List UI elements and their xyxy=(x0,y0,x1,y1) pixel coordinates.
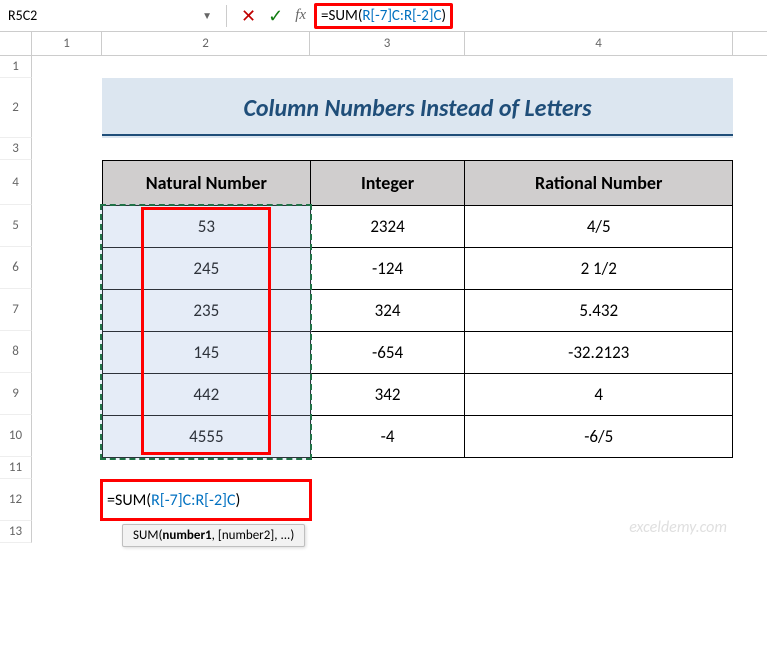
row-header[interactable]: 11 xyxy=(0,457,32,479)
cell[interactable]: 442 xyxy=(103,374,311,416)
cell[interactable]: 324 xyxy=(310,290,465,332)
cell[interactable]: 145 xyxy=(103,332,311,374)
row-header[interactable]: 4 xyxy=(0,160,32,205)
cells-area[interactable]: Column Numbers Instead of Letters Natura… xyxy=(32,56,733,543)
formula-bar: R5C2 ▼ ✕ ✓ fx =SUM(R[-7]C:R[-2]C) xyxy=(0,0,767,32)
header-natural[interactable]: Natural Number xyxy=(103,161,311,206)
chevron-down-icon[interactable]: ▼ xyxy=(202,9,212,22)
cell[interactable]: 245 xyxy=(103,248,311,290)
row-header[interactable]: 1 xyxy=(0,56,32,78)
table-row: 53 2324 4/5 xyxy=(103,206,733,248)
table-header-row: Natural Number Integer Rational Number xyxy=(103,161,733,206)
column-headers: 1 2 3 4 xyxy=(0,32,767,56)
table-row: 442 342 4 xyxy=(103,374,733,416)
cell[interactable]: -654 xyxy=(310,332,465,374)
cell[interactable]: -6/5 xyxy=(465,416,733,458)
row-header[interactable]: 9 xyxy=(0,373,32,415)
watermark: exceldemy.com xyxy=(629,518,727,537)
cell[interactable]: 342 xyxy=(310,374,465,416)
active-cell[interactable]: =SUM(R[-7]C:R[-2]C) xyxy=(107,491,240,510)
title-underline xyxy=(102,134,733,136)
header-integer[interactable]: Integer xyxy=(310,161,465,206)
cell[interactable]: 5.432 xyxy=(465,290,733,332)
cell[interactable]: -4 xyxy=(310,416,465,458)
row-header[interactable]: 5 xyxy=(0,205,32,247)
col-header-2[interactable]: 2 xyxy=(102,32,310,55)
data-table: Natural Number Integer Rational Number 5… xyxy=(102,160,733,458)
col-header-3[interactable]: 3 xyxy=(310,32,465,55)
row-header[interactable]: 2 xyxy=(0,78,32,138)
enter-icon[interactable]: ✓ xyxy=(268,5,283,27)
cell-reference: R5C2 xyxy=(8,7,37,24)
formula-buttons: ✕ ✓ fx xyxy=(233,5,314,27)
cell[interactable]: -32.2123 xyxy=(465,332,733,374)
row-header[interactable]: 3 xyxy=(0,138,32,160)
name-box[interactable]: R5C2 ▼ xyxy=(0,3,220,29)
grid: 1 2 3 4 5 6 7 8 9 10 11 12 13 Column Num… xyxy=(0,56,767,543)
cell[interactable]: -124 xyxy=(310,248,465,290)
cancel-icon[interactable]: ✕ xyxy=(241,5,256,27)
title-cell[interactable]: Column Numbers Instead of Letters xyxy=(102,78,733,138)
col-header-4[interactable]: 4 xyxy=(465,32,733,55)
table-row: 235 324 5.432 xyxy=(103,290,733,332)
divider xyxy=(226,5,227,27)
row-header[interactable]: 10 xyxy=(0,415,32,457)
col-header-1[interactable]: 1 xyxy=(32,32,102,55)
fx-icon[interactable]: fx xyxy=(295,7,306,24)
cell[interactable]: 2324 xyxy=(310,206,465,248)
row-headers: 1 2 3 4 5 6 7 8 9 10 11 12 13 xyxy=(0,56,32,543)
active-cell-highlight: =SUM(R[-7]C:R[-2]C) xyxy=(100,479,312,521)
row-header[interactable]: 6 xyxy=(0,247,32,289)
function-tooltip[interactable]: SUM(number1, [number2], ...) xyxy=(122,524,305,547)
cell[interactable]: 4555 xyxy=(103,416,311,458)
cell[interactable]: 235 xyxy=(103,290,311,332)
row-header[interactable]: 8 xyxy=(0,331,32,373)
formula-input-highlight: =SUM(R[-7]C:R[-2]C) xyxy=(314,3,453,29)
cell[interactable]: 53 xyxy=(103,206,311,248)
table-row: 245 -124 2 1/2 xyxy=(103,248,733,290)
cell[interactable]: 4 xyxy=(465,374,733,416)
cell[interactable]: 4/5 xyxy=(465,206,733,248)
header-rational[interactable]: Rational Number xyxy=(465,161,733,206)
cell[interactable]: 2 1/2 xyxy=(465,248,733,290)
row-header[interactable]: 12 xyxy=(0,479,32,521)
row-header[interactable]: 13 xyxy=(0,521,32,543)
row-header[interactable]: 7 xyxy=(0,289,32,331)
formula-input[interactable]: =SUM(R[-7]C:R[-2]C) xyxy=(321,7,446,25)
table-row: 145 -654 -32.2123 xyxy=(103,332,733,374)
select-all-corner[interactable] xyxy=(0,32,32,55)
table-row: 4555 -4 -6/5 xyxy=(103,416,733,458)
